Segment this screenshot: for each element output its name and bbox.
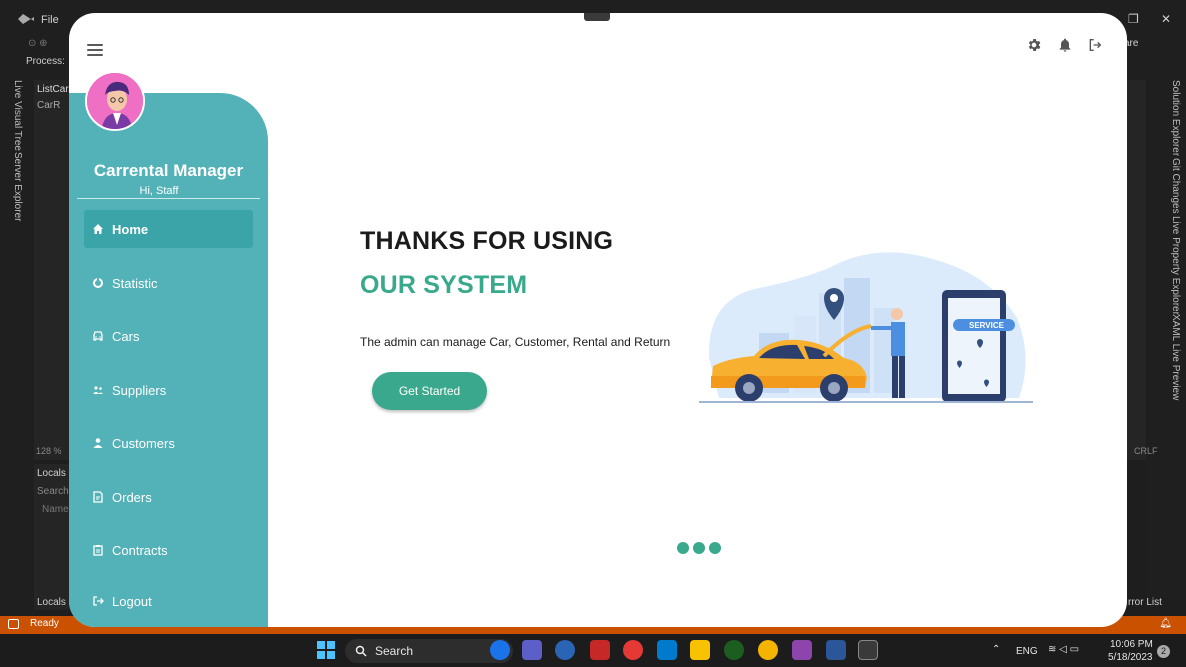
sidebar-item-statistic[interactable]: Statistic <box>84 264 253 302</box>
carousel-dot[interactable] <box>709 542 721 554</box>
illustration-badge: SERVICE <box>969 321 1005 330</box>
sidebar-item-orders[interactable]: Orders <box>84 478 253 516</box>
home-icon <box>92 223 104 235</box>
orders-icon <box>92 491 104 503</box>
window-drag-handle[interactable] <box>584 13 610 21</box>
status-notification-icon[interactable]: 🔔︎ <box>1159 618 1172 629</box>
restore-icon[interactable]: ❐ <box>1128 12 1139 26</box>
windows-start-icon[interactable] <box>316 640 336 660</box>
teams-icon[interactable] <box>522 640 542 660</box>
sidebar-item-label: Cars <box>112 328 140 344</box>
customer-icon <box>92 437 104 449</box>
car-icon <box>92 330 104 342</box>
file-explorer-icon[interactable] <box>690 640 710 660</box>
tab-live-property-explorer[interactable]: Live Property Explorer <box>1170 216 1181 315</box>
settings-icon[interactable] <box>1026 37 1042 53</box>
notification-badge[interactable]: 2 <box>1157 645 1170 658</box>
tab-server-explorer[interactable]: Server Explorer <box>12 152 23 221</box>
statistic-icon <box>92 277 104 289</box>
app-window: Carrental Manager Hi, Staff Home Statist… <box>69 13 1127 627</box>
vs-left-toolstrip: Live Visual Tree Server Explorer <box>0 78 34 618</box>
suppliers-icon <box>92 384 104 396</box>
sidebar: Carrental Manager Hi, Staff Home Statist… <box>69 93 268 627</box>
taskbar-search[interactable]: Search <box>345 639 513 663</box>
tab-git-changes[interactable]: Git Changes <box>1170 158 1181 214</box>
tab-live-visual-tree[interactable]: Live Visual Tree <box>12 80 23 151</box>
java-icon[interactable] <box>555 640 575 660</box>
logout-icon <box>92 595 104 607</box>
tray-date[interactable]: 5/18/2023 <box>1108 652 1153 663</box>
vscode-icon[interactable] <box>657 640 677 660</box>
brand-title: Carrental Manager <box>93 161 244 180</box>
tray-language[interactable]: ENG <box>1016 646 1038 657</box>
sidebar-item-label: Customers <box>112 435 175 451</box>
windows-taskbar: Search ⌃ ENG ≋ ◁ ▭ 10:06 PM 5/18/2023 2 <box>0 634 1186 667</box>
vs-toolbar-icons: ⊙ ⊕ <box>28 38 48 49</box>
vs-logo-icon <box>18 14 34 24</box>
sidebar-item-suppliers[interactable]: Suppliers <box>84 371 253 409</box>
sidebar-item-home[interactable]: Home <box>84 210 253 248</box>
sidebar-item-logout[interactable]: Logout <box>84 582 253 620</box>
logout-top-icon[interactable] <box>1087 37 1103 53</box>
greeting-text: Hi, Staff <box>139 185 179 197</box>
sidebar-item-cars[interactable]: Cars <box>84 317 253 355</box>
carousel-dots <box>677 542 721 554</box>
devcpp-icon[interactable] <box>590 640 610 660</box>
vs-zoom-level[interactable]: 128 % <box>36 446 62 456</box>
taskbar-search-label: Search <box>375 644 414 658</box>
tab-error-list[interactable]: rror List <box>1128 597 1162 608</box>
hero-subheading: OUR SYSTEM <box>360 271 528 299</box>
contracts-icon <box>92 544 104 556</box>
carousel-dot[interactable] <box>693 542 705 554</box>
search-icon <box>355 645 367 657</box>
tab-solution-explorer[interactable]: Solution Explorer <box>1170 80 1181 156</box>
tray-expand-icon[interactable]: ⌃ <box>992 644 1000 655</box>
vs-process-label: Process: <box>26 56 65 67</box>
locals-title: Locals <box>37 468 66 479</box>
notification-icon[interactable] <box>1057 37 1073 53</box>
vs-editor-file[interactable]: ListCar <box>37 84 69 95</box>
status-ready: Ready <box>30 618 59 629</box>
get-started-button[interactable]: Get Started <box>372 372 487 410</box>
vs-editor-panel: ListCar CarR <box>34 80 74 460</box>
tab-xaml-live-preview[interactable]: XAML Live Preview <box>1170 314 1181 400</box>
vs-menu-file[interactable]: File <box>41 14 59 26</box>
hero-heading: THANKS FOR USING <box>360 227 614 255</box>
hamburger-menu-icon[interactable] <box>87 44 103 56</box>
bing-icon[interactable] <box>490 640 510 660</box>
car-service-illustration: SERVICE <box>699 252 1033 403</box>
locals-tab[interactable]: Locals <box>37 597 66 608</box>
sidebar-item-customers[interactable]: Customers <box>84 424 253 462</box>
vs-line-ending[interactable]: CRLF <box>1134 446 1158 456</box>
locals-column-name: Name <box>42 504 69 515</box>
sidebar-item-label: Contracts <box>112 542 168 558</box>
status-comment-icon[interactable] <box>8 619 19 629</box>
sidebar-item-label: Suppliers <box>112 382 167 398</box>
sidebar-item-label: Logout <box>112 593 152 609</box>
sidebar-item-contracts[interactable]: Contracts <box>84 531 253 569</box>
vs-right-panel <box>1124 80 1146 460</box>
visual-studio-icon[interactable] <box>792 640 812 660</box>
tray-time[interactable]: 10:06 PM <box>1110 639 1153 650</box>
carousel-dot[interactable] <box>677 542 689 554</box>
sidebar-divider <box>77 198 260 199</box>
word-icon[interactable] <box>826 640 846 660</box>
mongodb-icon[interactable] <box>724 640 744 660</box>
locals-search[interactable]: Search <box>37 486 69 497</box>
vs-right-toolstrip: Solution Explorer Git Changes Live Prope… <box>1146 78 1186 598</box>
sidebar-item-label: Home <box>112 221 149 237</box>
sidebar-item-label: Orders <box>112 489 152 505</box>
todo-icon[interactable] <box>623 640 643 660</box>
avatar[interactable] <box>85 71 145 131</box>
vs-locals-panel: Locals Search Name Locals <box>34 464 74 610</box>
sidebar-item-label: Statistic <box>112 275 158 291</box>
wifi-volume-battery-icon[interactable]: ≋ ◁ ▭ <box>1048 644 1079 655</box>
app-running-icon[interactable] <box>858 640 878 660</box>
hero-description: The admin can manage Car, Customer, Rent… <box>360 335 671 349</box>
vs-editor-sub: CarR <box>37 100 61 111</box>
chrome-icon[interactable] <box>758 640 778 660</box>
close-icon[interactable]: ✕ <box>1161 12 1171 26</box>
